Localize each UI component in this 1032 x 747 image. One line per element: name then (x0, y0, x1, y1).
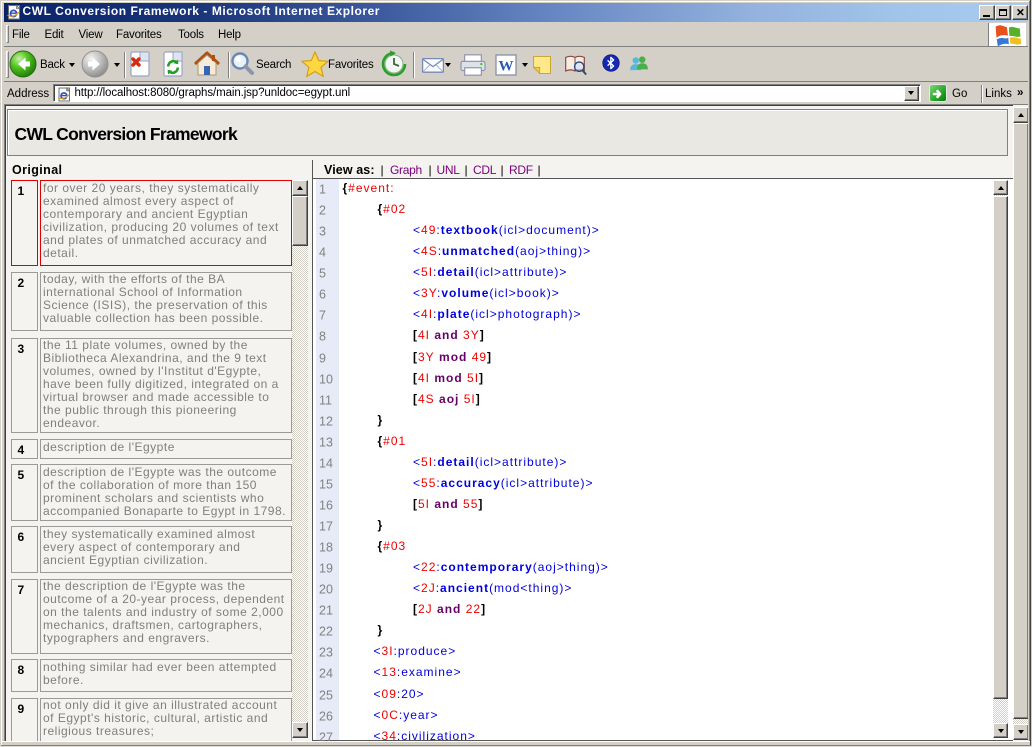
svg-text:W: W (499, 59, 514, 75)
